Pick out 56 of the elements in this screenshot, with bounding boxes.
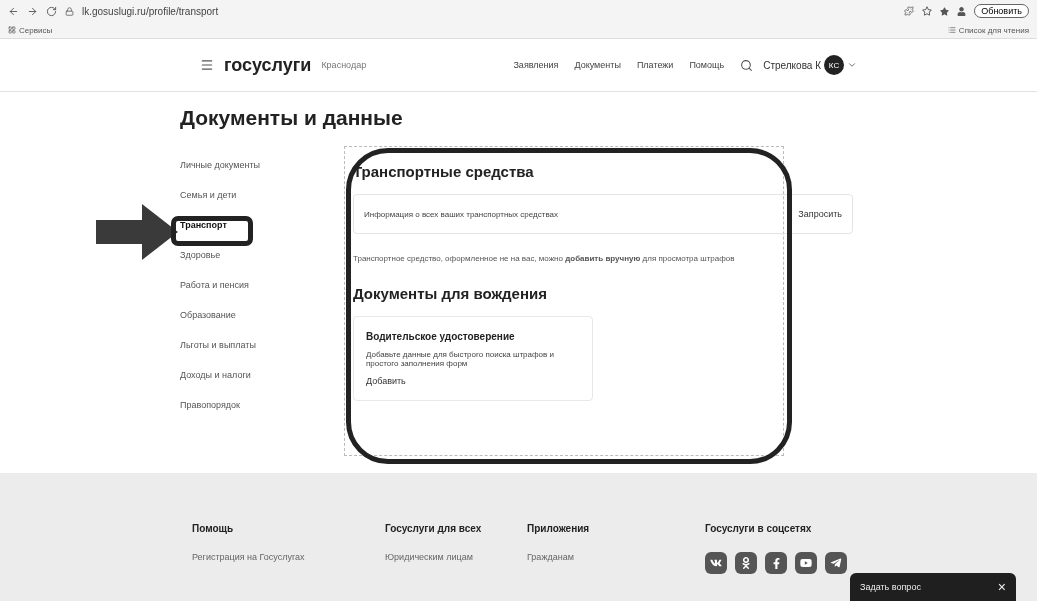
footer-heading: Госуслуги для всех	[385, 523, 483, 534]
update-button[interactable]: Обновить	[974, 4, 1029, 18]
sidebar-item[interactable]: Правопорядок	[180, 400, 241, 410]
footer-heading: Помощь	[192, 523, 235, 534]
sidebar-item[interactable]: Транспорт	[180, 220, 227, 230]
extension-icon[interactable]	[904, 6, 915, 16]
sidebar-item[interactable]: Доходы и налоги	[180, 370, 251, 380]
footer-link[interactable]: Юридическим лицам	[385, 552, 527, 562]
bookmark-link[interactable]: Сервисы	[19, 25, 53, 35]
bookmark-star-icon[interactable]	[922, 6, 933, 16]
sidebar-item[interactable]: Личные документы	[180, 160, 260, 170]
social-network-icon[interactable]	[765, 552, 787, 574]
nav-link[interactable]: Платежи	[636, 60, 674, 70]
nav-link[interactable]: Помощь	[689, 60, 725, 70]
nav-link[interactable]: Заявления	[513, 60, 559, 70]
site-logo[interactable]: госуслуги	[224, 54, 312, 76]
footer-link[interactable]: Регистрация на Госуслугах	[192, 552, 385, 562]
menu-icon[interactable]	[200, 58, 214, 72]
request-link[interactable]: Запросить	[798, 209, 842, 219]
sidebar-item[interactable]: Льготы и выплаты	[180, 340, 256, 350]
back-icon[interactable]	[8, 5, 19, 17]
footer-heading: Приложения	[527, 523, 591, 534]
search-icon[interactable]	[740, 58, 754, 72]
nav-link[interactable]: Документы	[574, 60, 621, 70]
card-title: Водительское удостоверение	[366, 331, 516, 342]
add-link[interactable]: Добавить	[366, 376, 580, 386]
apps-grid-icon[interactable]	[8, 26, 16, 34]
footer-heading: Госуслуги в соцсетях	[705, 523, 813, 534]
lock-icon	[65, 6, 74, 16]
footer-link[interactable]: Гражданам	[527, 552, 705, 562]
social-network-icon[interactable]	[825, 552, 847, 574]
social-network-icon[interactable]	[795, 552, 817, 574]
user-menu[interactable]: Стрелкова К КС	[763, 55, 857, 75]
request-text: Информация о всех ваших транспортных средствах	[364, 209, 558, 219]
sidebar-item[interactable]: Семья и дети	[180, 190, 237, 200]
card-text: Добавьте данные для быстрого поиска штрафов и простого заполнения форм	[366, 350, 555, 368]
sidebar-item[interactable]: Образование	[180, 310, 236, 320]
chat-label[interactable]: Задать вопрос	[860, 582, 921, 592]
sidebar-item[interactable]: Работа и пенсия	[180, 280, 249, 290]
chat-widget[interactable]: Задать вопрос ×	[850, 573, 1016, 601]
reading-list-link[interactable]: Список для чтения	[958, 25, 1029, 35]
section-title: Документы для вождения	[353, 285, 548, 302]
close-button[interactable]: ×	[997, 579, 1006, 595]
page-title: Документы и данные	[180, 106, 404, 130]
vehicle-note: Транспортное средство, оформленное не на вас, можно добавить вручную для просмотра штрафов	[353, 254, 736, 263]
chevron-down-icon[interactable]	[847, 60, 857, 70]
user-avatar: КС	[824, 55, 844, 75]
address-bar[interactable]: lk.gosuslugi.ru/profile/transport	[82, 5, 897, 17]
forward-icon[interactable]	[27, 5, 38, 17]
reload-icon[interactable]	[46, 5, 57, 17]
social-network-icon[interactable]	[735, 552, 757, 574]
social-network-icon[interactable]	[705, 552, 727, 574]
sidebar-item[interactable]: Здоровье	[180, 250, 221, 260]
city-link[interactable]: Краснодар	[321, 60, 504, 70]
profile-icon[interactable]	[957, 6, 967, 16]
section-title: Транспортные средства	[353, 163, 535, 180]
